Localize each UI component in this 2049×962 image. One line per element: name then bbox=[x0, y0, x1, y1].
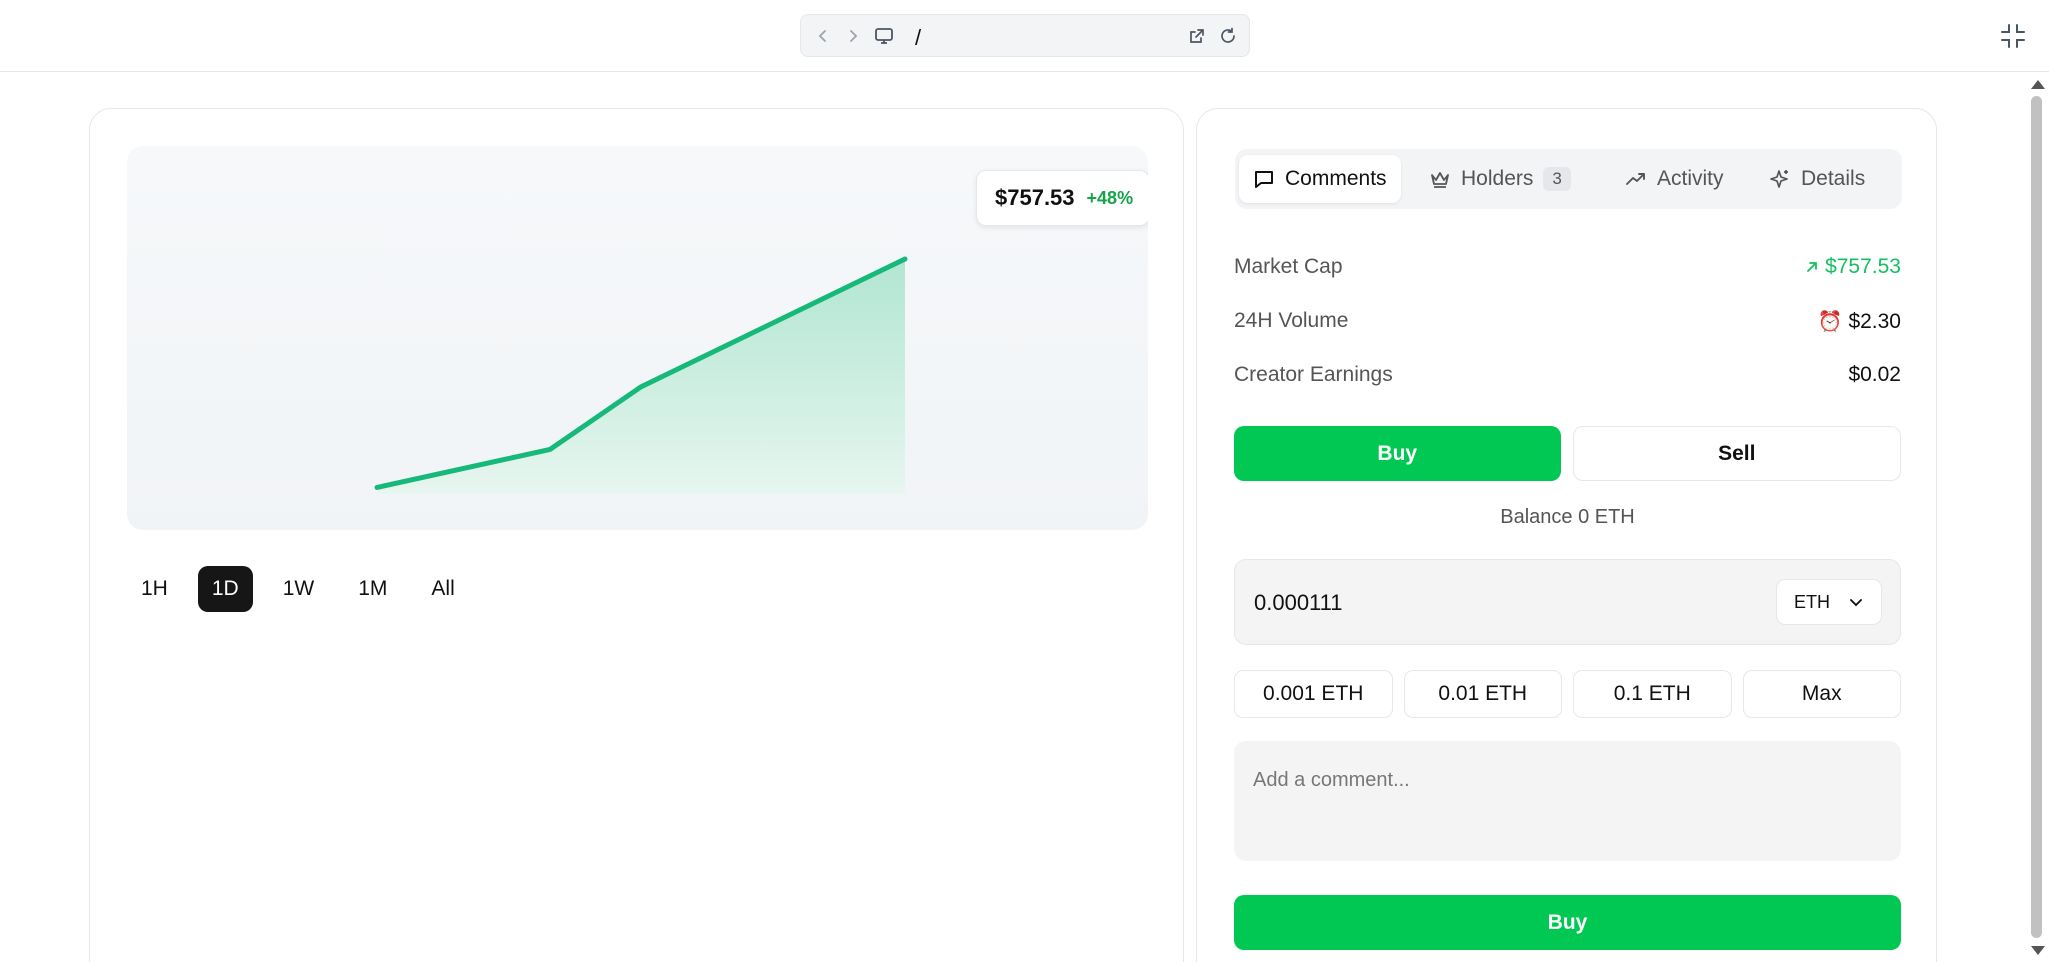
browser-toolbar: / bbox=[0, 0, 2049, 72]
tab-comments[interactable]: Comments bbox=[1239, 155, 1401, 203]
chevron-left-icon[interactable] bbox=[813, 26, 833, 46]
address-bar[interactable]: / bbox=[800, 14, 1250, 57]
range-button-all[interactable]: All bbox=[417, 566, 468, 612]
tab-activity[interactable]: Activity bbox=[1611, 155, 1738, 203]
holders-count-badge: 3 bbox=[1543, 167, 1571, 191]
price-change: +48% bbox=[1086, 187, 1134, 208]
trade-panel: Comments Holders 3 Activity Details Mark… bbox=[1196, 108, 1937, 962]
balance-text: Balance 0 ETH bbox=[1500, 506, 1635, 528]
range-button-1w[interactable]: 1W bbox=[269, 566, 329, 612]
panel-tabs: Comments Holders 3 Activity Details bbox=[1235, 149, 1902, 209]
message-icon bbox=[1255, 171, 1273, 188]
creator-earnings-value: $0.02 bbox=[1848, 363, 1901, 386]
price-chart: $757.53 +48% bbox=[127, 146, 1148, 530]
comment-input[interactable]: Add a comment... bbox=[1234, 741, 1901, 861]
external-link-icon[interactable] bbox=[1187, 26, 1207, 46]
tab-details-label: Details bbox=[1801, 167, 1866, 190]
market-cap-amount: $757.53 bbox=[1825, 255, 1901, 278]
creator-earnings-row: Creator Earnings $0.02 bbox=[1234, 363, 1901, 393]
trending-up-icon bbox=[1626, 173, 1645, 185]
preset-button[interactable]: 0.001 ETH bbox=[1234, 670, 1393, 718]
amount-input[interactable]: 0.000111 ETH bbox=[1234, 559, 1901, 645]
chevron-down-icon bbox=[1850, 599, 1862, 607]
volume-value: ⏰ $2.30 bbox=[1818, 309, 1901, 334]
currency-label: ETH bbox=[1794, 591, 1830, 612]
alarm-clock-icon: ⏰ bbox=[1817, 311, 1843, 333]
buy-toggle-button[interactable]: Buy bbox=[1234, 426, 1561, 481]
price-badge: $757.53 +48% bbox=[976, 170, 1148, 226]
preset-button[interactable]: 0.1 ETH bbox=[1573, 670, 1732, 718]
tab-activity-label: Activity bbox=[1657, 167, 1724, 190]
time-range-selector: 1H 1D 1W 1M All bbox=[127, 566, 469, 614]
volume-label: 24H Volume bbox=[1234, 309, 1349, 332]
arrow-up-right-icon bbox=[1807, 262, 1817, 272]
scroll-down-arrow[interactable] bbox=[2031, 946, 2045, 955]
range-button-1m[interactable]: 1M bbox=[344, 566, 401, 612]
submit-buy-button[interactable]: Buy bbox=[1234, 895, 1901, 950]
chevron-right-icon[interactable] bbox=[843, 26, 863, 46]
chart-card: $757.53 +48% 1H 1D 1W 1M All bbox=[89, 108, 1184, 962]
market-cap-value: $757.53 bbox=[1805, 255, 1901, 279]
amount-presets: 0.001 ETH 0.01 ETH 0.1 ETH Max bbox=[1234, 670, 1901, 718]
crown-icon bbox=[1431, 172, 1449, 188]
tab-details[interactable]: Details bbox=[1755, 155, 1879, 203]
sparkles-icon bbox=[1770, 170, 1788, 188]
market-cap-label: Market Cap bbox=[1234, 255, 1343, 278]
comment-placeholder: Add a comment... bbox=[1253, 769, 1410, 791]
current-price: $757.53 bbox=[995, 185, 1075, 210]
collapse-icon[interactable] bbox=[1999, 22, 2027, 50]
tab-comments-label: Comments bbox=[1285, 167, 1387, 190]
url-path[interactable]: / bbox=[915, 25, 921, 51]
range-button-1d[interactable]: 1D bbox=[197, 566, 253, 612]
creator-earnings-label: Creator Earnings bbox=[1234, 363, 1393, 386]
preset-button[interactable]: Max bbox=[1742, 670, 1901, 718]
tab-holders[interactable]: Holders 3 bbox=[1415, 155, 1585, 203]
currency-select[interactable]: ETH bbox=[1776, 579, 1882, 625]
range-button-1h[interactable]: 1H bbox=[127, 566, 182, 612]
chart-area-fill bbox=[377, 259, 905, 494]
amount-value[interactable]: 0.000111 bbox=[1254, 590, 1343, 616]
volume-amount: $2.30 bbox=[1848, 309, 1901, 333]
monitor-icon bbox=[874, 26, 894, 46]
buy-sell-toggle: Buy Sell bbox=[1234, 426, 1901, 481]
sell-toggle-button[interactable]: Sell bbox=[1572, 426, 1901, 481]
scrollbar[interactable] bbox=[2027, 74, 2049, 962]
preset-button[interactable]: 0.01 ETH bbox=[1403, 670, 1562, 718]
scrollbar-thumb[interactable] bbox=[2031, 96, 2042, 938]
tab-holders-label: Holders bbox=[1461, 167, 1534, 190]
scroll-up-arrow[interactable] bbox=[2031, 80, 2045, 89]
market-cap-row: Market Cap $757.53 bbox=[1234, 255, 1901, 285]
volume-row: 24H Volume ⏰ $2.30 bbox=[1234, 309, 1901, 339]
reload-icon[interactable] bbox=[1218, 26, 1238, 46]
